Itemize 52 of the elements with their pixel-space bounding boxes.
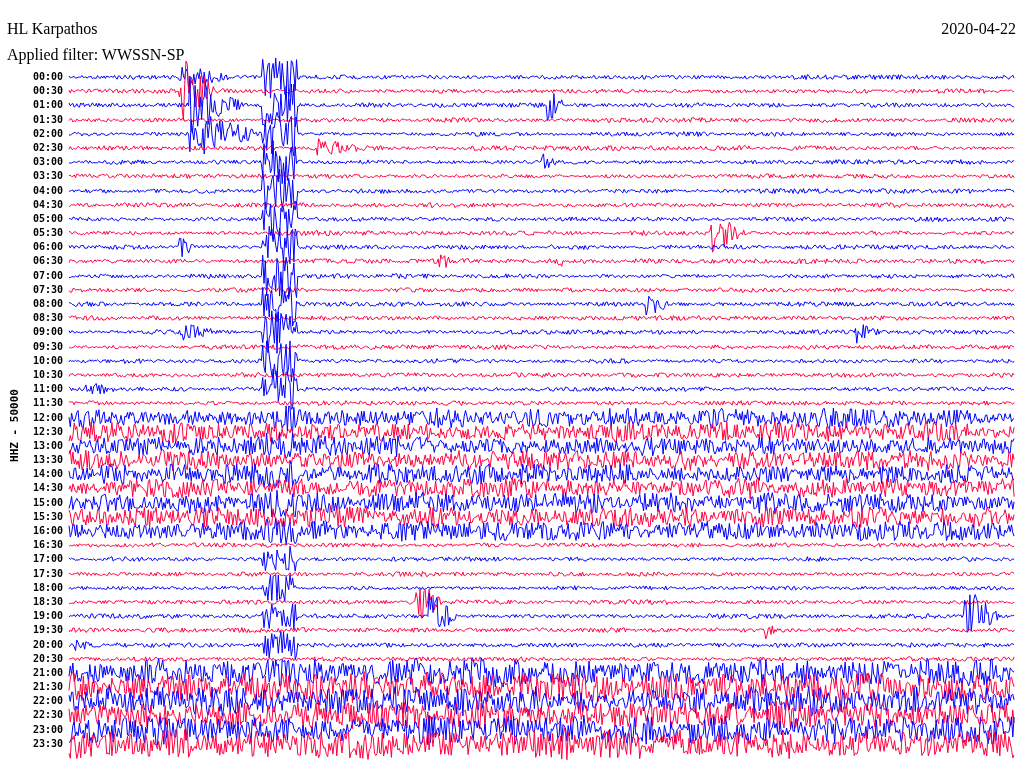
time-label: 22:00: [31, 694, 64, 709]
time-label: 19:00: [31, 609, 64, 624]
time-label: 21:30: [31, 680, 64, 695]
time-label: 05:00: [31, 211, 64, 226]
time-label: 17:30: [31, 566, 64, 581]
time-label: 03:30: [31, 169, 64, 184]
time-label: 10:00: [31, 353, 64, 368]
time-label: 00:00: [31, 70, 64, 84]
time-label: 21:00: [31, 665, 64, 680]
time-label: 02:00: [31, 126, 64, 141]
time-label: 18:00: [31, 580, 64, 595]
time-label: 10:30: [31, 367, 64, 382]
time-label: 15:00: [31, 495, 64, 510]
time-label: 14:30: [31, 481, 64, 496]
time-label: 19:30: [31, 623, 64, 638]
time-label: 11:30: [31, 396, 64, 411]
time-label: 12:30: [31, 424, 64, 439]
time-label: 04:30: [31, 197, 64, 212]
time-label: 14:00: [31, 467, 64, 482]
time-label: 06:30: [31, 254, 64, 269]
time-label: 06:00: [31, 240, 64, 255]
time-label: 01:30: [31, 112, 64, 127]
time-label: 00:30: [31, 84, 64, 99]
time-label: 07:30: [31, 282, 64, 297]
time-label: 16:30: [31, 538, 64, 553]
time-label: 11:00: [31, 382, 64, 397]
time-label: 23:30: [31, 736, 64, 751]
time-label: 04:00: [31, 183, 64, 198]
time-label: 22:30: [31, 708, 64, 723]
time-label: 13:00: [31, 438, 64, 453]
channel-label: HHZ - 50000: [7, 388, 21, 462]
time-label: 09:30: [31, 339, 64, 354]
time-label: 03:00: [31, 155, 64, 170]
time-label: 09:00: [31, 325, 64, 340]
time-label: 20:30: [31, 651, 64, 666]
time-label: 05:30: [31, 226, 64, 241]
time-label: 17:00: [31, 552, 64, 567]
time-label: 02:30: [31, 140, 64, 155]
date-label: 2020-04-22: [941, 20, 1016, 38]
time-label: 20:00: [31, 637, 64, 652]
time-label: 12:00: [31, 410, 64, 425]
time-label: 23:00: [31, 722, 64, 737]
time-label: 08:00: [31, 297, 64, 311]
time-label: 16:00: [31, 524, 64, 538]
time-label: 18:30: [31, 594, 64, 609]
time-label: 13:30: [31, 453, 64, 468]
filter-label: Applied filter: WWSSN-SP: [7, 46, 185, 64]
station-title: HL Karpathos: [7, 20, 98, 38]
time-label: 08:30: [31, 311, 64, 326]
time-label: 07:00: [31, 268, 64, 283]
time-label: 01:00: [31, 98, 64, 113]
time-label: 15:30: [31, 509, 64, 524]
